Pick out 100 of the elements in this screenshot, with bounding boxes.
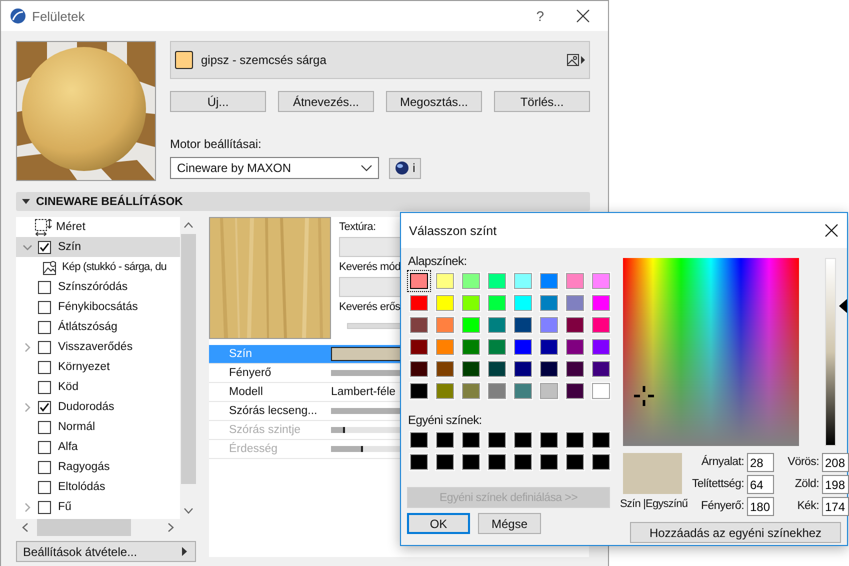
color-swatch[interactable] xyxy=(540,295,558,311)
color-swatch[interactable] xyxy=(410,361,428,377)
color-swatch[interactable] xyxy=(462,339,480,355)
color-swatch[interactable] xyxy=(462,432,480,448)
close-icon[interactable] xyxy=(825,224,838,237)
help-button[interactable]: ? xyxy=(536,8,544,24)
color-swatch[interactable] xyxy=(540,432,558,448)
tree-item[interactable]: Normál xyxy=(16,417,180,437)
color-swatch[interactable] xyxy=(540,339,558,355)
color-swatch[interactable] xyxy=(410,383,428,399)
color-swatch[interactable] xyxy=(462,361,480,377)
color-swatch[interactable] xyxy=(410,295,428,311)
slider-thumb-icon[interactable] xyxy=(839,298,847,312)
color-swatch[interactable] xyxy=(566,361,584,377)
close-icon[interactable] xyxy=(576,9,590,23)
checkbox[interactable] xyxy=(38,300,51,314)
checkbox[interactable] xyxy=(38,280,51,294)
color-swatch[interactable] xyxy=(566,454,584,470)
color-swatch[interactable] xyxy=(410,339,428,355)
section-header[interactable]: CINEWARE BEÁLLÍTÁSOK xyxy=(16,192,590,211)
checkbox[interactable] xyxy=(38,420,51,434)
tree-item[interactable]: Fénykibocsátás xyxy=(16,297,180,317)
color-swatch[interactable] xyxy=(462,295,480,311)
tree-item[interactable]: Eltolódás xyxy=(16,477,180,497)
color-swatch[interactable] xyxy=(410,317,428,333)
value-field[interactable]: 64 xyxy=(747,475,774,494)
info-button[interactable]: i xyxy=(389,158,421,178)
tree-item[interactable]: Átlátszóság xyxy=(16,317,180,337)
tree-item[interactable]: Alfa xyxy=(16,437,180,457)
tree-item[interactable]: Színszóródás xyxy=(16,277,180,297)
checkbox[interactable] xyxy=(38,340,51,354)
checked-checkbox[interactable] xyxy=(38,240,51,254)
checkbox[interactable] xyxy=(38,320,51,334)
cancel-button[interactable]: Mégse xyxy=(478,513,541,534)
tree-item[interactable]: Köd xyxy=(16,377,180,397)
value-field[interactable]: 198 xyxy=(822,475,849,494)
checkbox[interactable] xyxy=(38,360,51,374)
color-swatch[interactable] xyxy=(462,317,480,333)
color-swatch[interactable] xyxy=(514,454,532,470)
tree-item[interactable]: Visszaverődés xyxy=(16,337,180,357)
checkbox[interactable] xyxy=(38,380,51,394)
color-swatch[interactable] xyxy=(540,454,558,470)
color-swatch[interactable] xyxy=(566,317,584,333)
color-swatch[interactable] xyxy=(592,273,610,289)
color-swatch[interactable] xyxy=(514,361,532,377)
color-swatch[interactable] xyxy=(566,339,584,355)
color-swatch[interactable] xyxy=(566,273,584,289)
scroll-thumb[interactable] xyxy=(37,519,131,536)
color-swatch[interactable] xyxy=(592,295,610,311)
color-swatch[interactable] xyxy=(592,432,610,448)
color-swatch[interactable] xyxy=(410,273,428,289)
value-field[interactable]: 180 xyxy=(747,497,774,516)
color-swatch[interactable] xyxy=(514,273,532,289)
action-button[interactable]: Megosztás... xyxy=(386,91,482,112)
color-swatch[interactable] xyxy=(488,339,506,355)
tree-item[interactable]: Környezet xyxy=(16,357,180,377)
color-swatch[interactable] xyxy=(592,454,610,470)
action-button[interactable]: Átnevezés... xyxy=(278,91,374,112)
checkbox[interactable] xyxy=(38,440,51,454)
color-swatch[interactable] xyxy=(592,339,610,355)
color-swatch[interactable] xyxy=(592,383,610,399)
tree-item[interactable]: Ragyogás xyxy=(16,457,180,477)
color-swatch[interactable] xyxy=(488,273,506,289)
color-swatch[interactable] xyxy=(514,432,532,448)
color-swatch[interactable] xyxy=(514,295,532,311)
chevron-down-icon[interactable] xyxy=(23,242,32,252)
color-swatch[interactable] xyxy=(488,361,506,377)
tree-item[interactable]: Méret xyxy=(16,217,180,237)
tree-item[interactable]: Szín xyxy=(16,237,180,257)
color-spectrum[interactable] xyxy=(623,258,799,446)
value-field[interactable]: 208 xyxy=(822,453,849,472)
color-swatch[interactable] xyxy=(566,432,584,448)
color-swatch[interactable] xyxy=(592,361,610,377)
tree-item[interactable]: Kép (stukkó - sárga, du xyxy=(16,257,180,277)
color-swatch[interactable] xyxy=(462,454,480,470)
color-swatch[interactable] xyxy=(540,317,558,333)
ok-button[interactable]: OK xyxy=(407,513,470,534)
color-swatch[interactable] xyxy=(488,454,506,470)
tree-item[interactable]: Dudorodás xyxy=(16,397,180,417)
color-swatch[interactable] xyxy=(540,361,558,377)
color-swatch[interactable] xyxy=(436,273,454,289)
color-swatch[interactable] xyxy=(488,295,506,311)
color-swatch[interactable] xyxy=(410,432,428,448)
import-settings-button[interactable]: Beállítások átvétele... xyxy=(16,541,196,562)
checkbox[interactable] xyxy=(38,500,51,514)
color-swatch[interactable] xyxy=(488,317,506,333)
color-swatch[interactable] xyxy=(540,383,558,399)
add-to-custom-colors-button[interactable]: Hozzáadás az egyéni színekhez xyxy=(630,522,841,543)
value-field[interactable]: 174 xyxy=(822,497,849,516)
color-swatch[interactable] xyxy=(592,317,610,333)
scroll-thumb[interactable] xyxy=(180,234,196,484)
color-swatch[interactable] xyxy=(410,454,428,470)
checkbox[interactable] xyxy=(38,460,51,474)
color-swatch[interactable] xyxy=(566,383,584,399)
color-swatch[interactable] xyxy=(436,317,454,333)
action-button[interactable]: Új... xyxy=(170,91,266,112)
color-swatch[interactable] xyxy=(436,383,454,399)
color-swatch[interactable] xyxy=(566,295,584,311)
value-field[interactable]: 28 xyxy=(747,453,774,472)
color-swatch[interactable] xyxy=(514,383,532,399)
